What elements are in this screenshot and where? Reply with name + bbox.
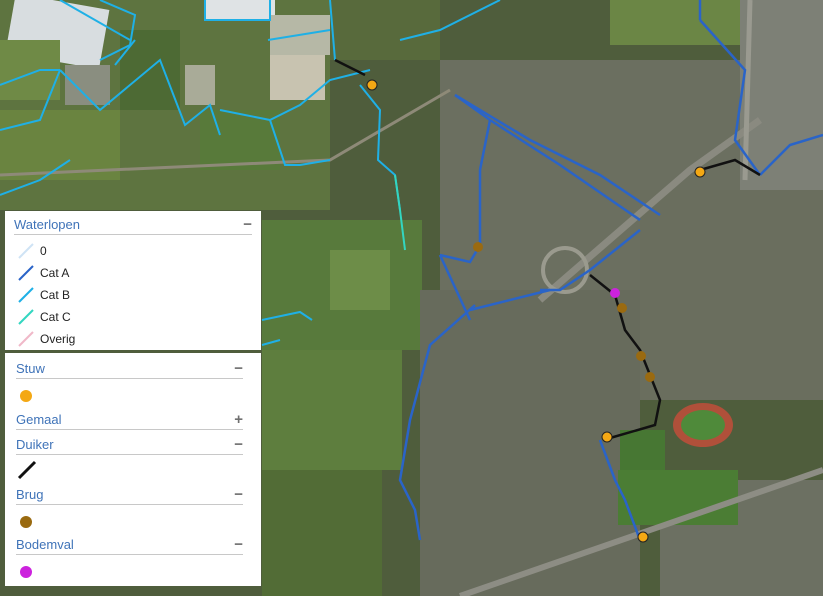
- collapse-icon[interactable]: −: [234, 537, 243, 552]
- legend-title: Duiker: [16, 436, 54, 452]
- legend-item-overig: Overig: [18, 330, 75, 348]
- legend-panel-points: Stuw − Gemaal + Duiker − Brug − Bodemval…: [5, 353, 261, 586]
- duiker-line-icon: [17, 460, 37, 480]
- bodemval-points[interactable]: [610, 288, 620, 298]
- collapse-icon[interactable]: −: [234, 487, 243, 502]
- collapse-icon[interactable]: −: [243, 217, 252, 232]
- legend-title: Gemaal: [16, 411, 62, 427]
- legend-title: Bodemval: [16, 536, 74, 552]
- legend-panel-waterlopen: Waterlopen − 0 Cat A Cat B Cat C Overig: [5, 211, 261, 350]
- expand-icon[interactable]: +: [234, 412, 243, 427]
- legend-item-label: 0: [40, 244, 47, 258]
- legend-item-label: Cat C: [40, 310, 71, 324]
- line-icon: [18, 265, 34, 281]
- legend-title: Waterlopen: [14, 216, 80, 232]
- collapse-icon[interactable]: −: [234, 361, 243, 376]
- legend-header-bodemval[interactable]: Bodemval −: [16, 534, 243, 555]
- legend-header-gemaal[interactable]: Gemaal +: [16, 409, 243, 430]
- legend-item-cat-a: Cat A: [18, 264, 69, 282]
- legend-item-stuw: [20, 387, 32, 405]
- legend-item-cat-b: Cat B: [18, 286, 70, 304]
- bodemval-symbol-icon: [20, 566, 32, 578]
- legend-title: Brug: [16, 486, 44, 502]
- legend-header-waterlopen[interactable]: Waterlopen −: [14, 214, 252, 235]
- legend-item-label: Cat A: [40, 266, 70, 280]
- legend-header-brug[interactable]: Brug −: [16, 484, 243, 505]
- collapse-icon[interactable]: −: [234, 437, 243, 452]
- legend-title: Stuw: [16, 360, 45, 376]
- legend-item-bodemval: [20, 563, 32, 581]
- legend-item-cat-c: Cat C: [18, 308, 71, 326]
- legend-header-stuw[interactable]: Stuw −: [16, 358, 243, 379]
- legend-item-label: Cat B: [40, 288, 71, 302]
- legend-header-duiker[interactable]: Duiker −: [16, 434, 243, 455]
- line-icon: [18, 309, 34, 325]
- stuw-symbol-icon: [20, 390, 32, 402]
- legend-item-0: 0: [18, 242, 47, 260]
- legend-item-duiker: [17, 460, 37, 480]
- legend-item-brug: [20, 513, 32, 531]
- legend-item-label: Overig: [40, 332, 76, 346]
- line-icon: [18, 331, 34, 347]
- line-icon: [18, 287, 34, 303]
- brug-symbol-icon: [20, 516, 32, 528]
- line-icon: [18, 243, 34, 259]
